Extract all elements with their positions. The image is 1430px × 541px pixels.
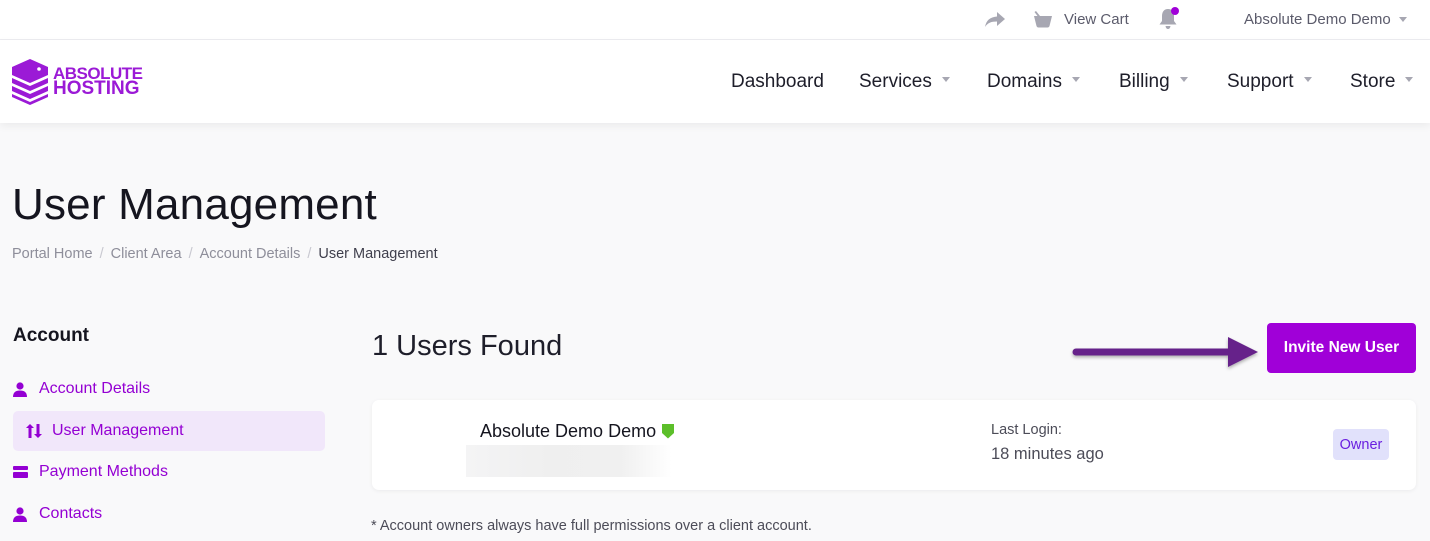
nav-label: Services: [859, 70, 932, 92]
utility-bar: View Cart Absolute Demo Demo: [0, 0, 1430, 40]
main-header: ABSOLUTE HOSTING Dashboard Services Doma…: [0, 40, 1430, 123]
users-found-heading: 1 Users Found: [372, 330, 563, 362]
sidebar-item-label: Contacts: [39, 505, 103, 522]
sort-arrows-icon: [26, 424, 42, 438]
breadcrumb-client-area[interactable]: Client Area: [111, 246, 182, 262]
breadcrumb-account-details[interactable]: Account Details: [200, 246, 301, 262]
sidebar-item-payment-methods[interactable]: Payment Methods: [13, 452, 325, 492]
chevron-down-icon: [1398, 16, 1407, 22]
owner-footnote: * Account owners always have full permis…: [371, 518, 812, 534]
user-name-text: Absolute Demo Demo: [480, 421, 657, 441]
nav-support[interactable]: Support: [1227, 40, 1312, 123]
nav-label: Billing: [1119, 70, 1170, 92]
page-title: User Management: [12, 180, 377, 229]
view-cart-label: View Cart: [1064, 10, 1129, 28]
sidebar-item-account-details[interactable]: Account Details: [13, 369, 325, 409]
caret-down-icon: [1071, 77, 1080, 82]
caret-down-icon: [1405, 77, 1414, 82]
nav-domains[interactable]: Domains: [987, 40, 1080, 123]
sidebar-item-label: Payment Methods: [39, 463, 168, 480]
nav-store[interactable]: Store: [1350, 40, 1414, 123]
share-arrow-icon: [985, 12, 1005, 27]
sidebar-item-user-management[interactable]: User Management: [13, 411, 325, 451]
user-name: Absolute Demo Demo: [480, 421, 675, 442]
sidebar-title: Account: [13, 325, 89, 346]
nav-services[interactable]: Services: [859, 40, 950, 123]
brand-wordmark: ABSOLUTE HOSTING: [53, 65, 143, 99]
basket-icon: [1034, 11, 1052, 28]
brand-line2: HOSTING: [53, 78, 140, 99]
breadcrumb-separator: /: [99, 246, 104, 262]
user-menu-dropdown[interactable]: Absolute Demo Demo: [1244, 0, 1407, 38]
breadcrumb-separator: /: [188, 246, 193, 262]
nav-dashboard[interactable]: Dashboard: [731, 40, 824, 123]
annotation-arrow-icon: [1072, 337, 1258, 367]
redacted-email: [466, 445, 672, 477]
view-cart-link[interactable]: View Cart: [1032, 0, 1129, 38]
caret-down-icon: [1179, 77, 1188, 82]
server-stack-logo-icon: [12, 59, 48, 105]
brand-logo[interactable]: ABSOLUTE HOSTING: [10, 57, 143, 105]
role-badge: Owner: [1333, 429, 1389, 460]
user-menu-label: Absolute Demo Demo: [1244, 10, 1391, 28]
last-login-label: Last Login:: [991, 422, 1062, 438]
sidebar-item-label: User Management: [52, 422, 184, 439]
notifications-button[interactable]: [1158, 0, 1179, 38]
user-icon: [13, 381, 27, 397]
share-button[interactable]: [984, 0, 1006, 38]
user-list-item: Absolute Demo Demo Last Login: 18 minute…: [372, 400, 1416, 490]
nav-label: Dashboard: [731, 70, 824, 92]
caret-down-icon: [941, 77, 950, 82]
notification-badge: [1171, 7, 1179, 15]
invite-new-user-button[interactable]: Invite New User: [1267, 323, 1416, 373]
shield-icon: [662, 424, 675, 439]
last-login-value: 18 minutes ago: [991, 445, 1104, 463]
nav-label: Store: [1350, 70, 1396, 92]
user-icon: [13, 506, 27, 522]
breadcrumb-separator: /: [307, 246, 312, 262]
nav-label: Domains: [987, 70, 1062, 92]
nav-label: Support: [1227, 70, 1294, 92]
breadcrumb-portal-home[interactable]: Portal Home: [12, 246, 93, 262]
nav-billing[interactable]: Billing: [1119, 40, 1188, 123]
breadcrumb: Portal Home / Client Area / Account Deta…: [12, 246, 438, 262]
sidebar-item-label: Account Details: [39, 380, 151, 397]
caret-down-icon: [1303, 77, 1312, 82]
credit-card-icon: [13, 466, 28, 478]
breadcrumb-current: User Management: [318, 246, 438, 262]
sidebar-item-contacts[interactable]: Contacts: [13, 494, 325, 534]
